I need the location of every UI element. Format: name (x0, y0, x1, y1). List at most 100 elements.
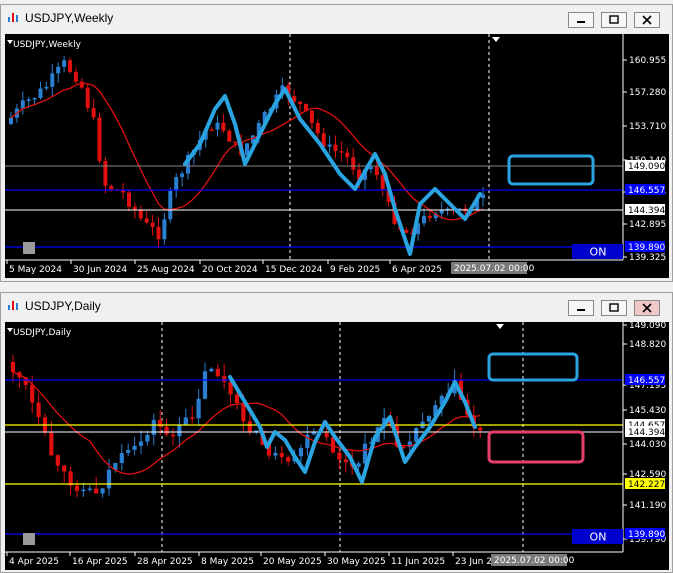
weekly-chart-canvas[interactable]: USDJPY,Weekly 160.955157.280153.710150.1… (5, 34, 669, 278)
candle-body (222, 376, 227, 382)
candle-body (9, 117, 13, 124)
daily-pink-rectangle[interactable] (487, 430, 585, 464)
candle-body (119, 452, 124, 463)
daily-on-label: ON (590, 531, 607, 544)
daily-chart-canvas[interactable]: USDJPY,Daily 149.090 148.820 147.195 145.43… (5, 322, 669, 570)
candle-body (38, 88, 43, 99)
candle-body (374, 166, 379, 176)
candle-body (49, 432, 54, 456)
candle-body (227, 130, 232, 142)
object-anchor-icon[interactable] (23, 533, 35, 545)
candle-body (91, 108, 96, 118)
candle-body (422, 215, 426, 224)
candle-body (215, 122, 220, 130)
candle-body (145, 434, 150, 442)
daily-close-button[interactable] (634, 300, 660, 316)
close-icon (642, 15, 652, 25)
candle-body (309, 110, 314, 123)
y-axis-label: 148.820 (629, 340, 666, 350)
candle-body (87, 488, 92, 491)
maximize-icon (609, 15, 619, 24)
y-axis-label: 153.710 (629, 122, 666, 132)
shift-marker-icon[interactable] (492, 37, 500, 42)
x-axis-label: 28 Apr 2025 (137, 557, 193, 567)
candle-body (315, 122, 320, 134)
candle-body (215, 368, 220, 377)
candle-body (177, 425, 182, 437)
x-axis-label: 20 May 2025 (263, 557, 322, 567)
candle-body (324, 432, 329, 438)
weekly-chart-svg[interactable]: USDJPY,Weekly 160.955157.280153.710150.1… (5, 34, 669, 278)
candle-body (62, 60, 67, 67)
daily-chart-window[interactable]: USDJPY,Daily USDJPY,Daily 149.090 148.820… (0, 292, 673, 573)
candle-body (162, 219, 167, 240)
maximize-icon (609, 303, 619, 312)
daily-titlebar[interactable]: USDJPY,Daily (1, 293, 672, 319)
x-axis-label: 30 Jun 2024 (73, 265, 127, 275)
x-axis-label: 9 Feb 2025 (330, 265, 380, 275)
candle-body (427, 215, 432, 219)
y-axis-label: 141.190 (629, 501, 666, 511)
x-axis-label: 15 Dec 2024 (265, 265, 323, 275)
chart-window-icon (8, 301, 18, 310)
daily-symbol-label: USDJPY,Daily (13, 328, 72, 338)
price-box-label: 144.394 (628, 206, 665, 216)
daily-maximize-button[interactable] (601, 300, 627, 316)
candle-body (50, 73, 55, 87)
y-axis-label: 142.895 (629, 220, 666, 230)
weekly-blue-rectangle[interactable] (507, 154, 595, 186)
x-axis-label: 23 Jun 2 (455, 557, 492, 567)
candle-body (286, 457, 291, 462)
weekly-close-button[interactable] (634, 12, 660, 28)
weekly-titlebar[interactable]: USDJPY,Weekly (1, 5, 672, 31)
candle-body (106, 469, 112, 489)
candle-body (62, 465, 67, 472)
weekly-date-text: 2025.07.02 00:00 (454, 264, 535, 274)
candle-body (247, 421, 252, 433)
daily-chart-svg[interactable]: USDJPY,Daily 149.090148.820147.195145.43… (5, 322, 669, 570)
y-axis-label: 149.090 (629, 322, 666, 331)
candle-body (168, 190, 173, 220)
daily-blue-rectangle[interactable] (487, 352, 579, 382)
candle-body (138, 210, 143, 219)
candle-body (74, 485, 80, 491)
candle-body (298, 101, 303, 104)
candle-body (26, 99, 31, 101)
weekly-minimize-button[interactable] (568, 12, 594, 28)
price-box-label: 139.890 (628, 243, 665, 253)
candle-body (345, 152, 350, 158)
weekly-window-title: USDJPY,Weekly (25, 11, 114, 25)
candle-body (333, 144, 338, 152)
candle-body (279, 452, 284, 458)
price-box-label: 139.890 (628, 530, 665, 540)
object-anchor-icon[interactable] (23, 242, 35, 254)
weekly-chart-window[interactable]: USDJPY,Weekly USDJPY,Weekly 160.955 157.2… (0, 4, 673, 282)
candle-body (164, 426, 169, 435)
close-icon (642, 303, 652, 313)
weekly-maximize-button[interactable] (601, 12, 627, 28)
x-axis-label: 8 May 2025 (201, 557, 254, 567)
candle-body (174, 177, 179, 191)
x-axis-label: 6 Apr 2025 (392, 265, 442, 275)
candle-body (339, 151, 344, 153)
candle-body (127, 192, 131, 207)
candle-body (150, 222, 155, 227)
x-axis-label: 20 Oct 2024 (202, 265, 258, 275)
shift-marker-icon[interactable] (496, 324, 504, 329)
candle-body (85, 87, 90, 109)
candle-body (44, 86, 49, 89)
candle-body (273, 452, 278, 456)
candle-body (478, 427, 483, 431)
candle-body (55, 455, 60, 466)
x-axis-label: 5 May 2024 (9, 265, 62, 275)
weekly-trend-drawing[interactable] (183, 87, 482, 256)
candle-body (144, 218, 149, 223)
candle-body (20, 100, 25, 109)
candle-body (132, 445, 137, 450)
candle-body (190, 417, 195, 419)
daily-minimize-button[interactable] (568, 300, 594, 316)
candle-body (209, 129, 214, 132)
candle-body (196, 398, 201, 419)
daily-trend-drawing[interactable] (228, 375, 477, 484)
x-axis-label: 16 Apr 2025 (72, 557, 128, 567)
